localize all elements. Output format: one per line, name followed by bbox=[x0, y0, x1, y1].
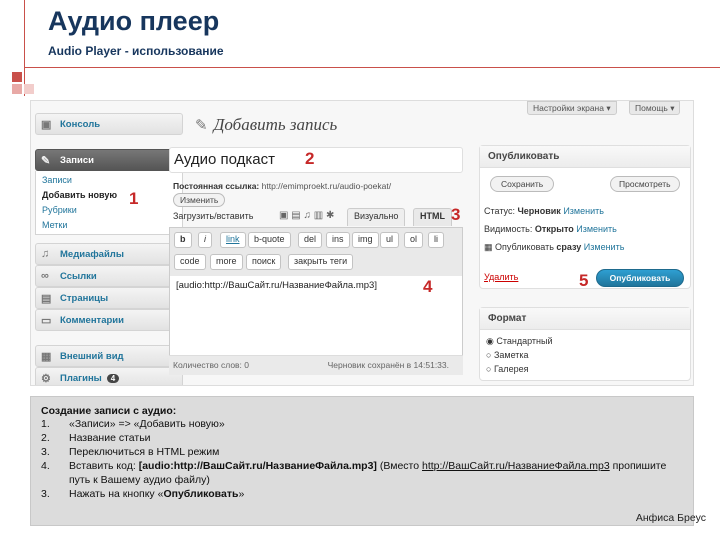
word-count: Количество слов: 0 bbox=[173, 360, 250, 370]
instruction-step: 1. «Записи» => «Добавить новую» bbox=[41, 418, 225, 430]
submenu-item-tags[interactable]: Метки bbox=[42, 220, 67, 230]
permalink: Постоянная ссылка: http://emimproekt.ru/… bbox=[173, 181, 392, 191]
instruction-step: 2. Название статьи bbox=[41, 432, 151, 444]
trash-link[interactable]: Удалить bbox=[484, 272, 518, 282]
publish-button[interactable]: Опубликовать bbox=[596, 269, 684, 287]
schedule-row: ▦ Опубликовать сразу Изменить bbox=[484, 242, 625, 252]
accent-square bbox=[12, 72, 22, 82]
accent-square bbox=[24, 84, 34, 94]
quicktag-del[interactable]: del bbox=[298, 232, 323, 248]
sidebar-item-links[interactable]: ∞ Ссылки bbox=[35, 265, 183, 287]
callout-number: 2 bbox=[305, 149, 315, 168]
save-draft-button[interactable]: Сохранить bbox=[490, 176, 555, 192]
slide-title: Аудио плеер bbox=[48, 6, 220, 36]
calendar-icon: ▦ bbox=[484, 242, 493, 252]
accent-horizontal-line bbox=[24, 67, 720, 68]
sidebar-item-plugins[interactable]: ⚙ Плагины 4 bbox=[35, 367, 183, 385]
quicktag-ins[interactable]: ins bbox=[326, 232, 350, 248]
instructions-panel: Создание записи с аудио: 1. «Записи» => «… bbox=[30, 396, 694, 526]
comment-icon: ▭ bbox=[41, 315, 52, 327]
pin-icon: ✎ bbox=[195, 118, 208, 134]
sidebar-item-pages[interactable]: ▤ Страницы bbox=[35, 287, 183, 309]
draft-saved-time: Черновик сохранён в 14:51:33. bbox=[327, 360, 449, 370]
media-insert-icon[interactable]: ▣ ▤ ♫ ▥ ✱ bbox=[279, 210, 334, 221]
quicktag-bquote[interactable]: b-quote bbox=[248, 232, 291, 248]
editor-area[interactable]: b i link b-quote del ins img ul ol li co… bbox=[169, 227, 463, 375]
pin-icon: ✎ bbox=[41, 155, 51, 167]
permalink-edit-button[interactable]: Изменить bbox=[173, 193, 226, 207]
submenu-item-categories[interactable]: Рубрики bbox=[42, 205, 77, 215]
sidebar-item-appearance[interactable]: ▦ Внешний вид bbox=[35, 345, 183, 367]
tab-visual[interactable]: Визуально bbox=[347, 208, 406, 226]
plugin-icon: ⚙ bbox=[41, 373, 51, 385]
callout-number: 1 bbox=[129, 189, 139, 208]
sidebar-item-comments[interactable]: ▭ Комментарии bbox=[35, 309, 183, 331]
sidebar-item-posts[interactable]: ✎Записи▾ bbox=[35, 149, 183, 171]
instruction-step: 3. Переключиться в HTML режим bbox=[41, 446, 220, 458]
admin-sidebar: ▣Консоль ✎Записи▾ Записи Добавить новую … bbox=[35, 107, 183, 385]
posts-submenu: Записи Добавить новую Рубрики Метки bbox=[35, 171, 183, 235]
page-title: ✎ Добавить запись bbox=[195, 115, 338, 134]
page-icon: ▤ bbox=[41, 293, 52, 305]
submenu-item-all-posts[interactable]: Записи bbox=[42, 175, 72, 185]
quicktag-search[interactable]: поиск bbox=[246, 254, 282, 270]
editor-toolbar: Загрузить/вставить ▣ ▤ ♫ ▥ ✱ Визуально H… bbox=[169, 207, 463, 226]
accent-vertical-line bbox=[24, 0, 25, 96]
quicktag-ul[interactable]: ul bbox=[380, 232, 400, 248]
quicktag-bold[interactable]: b bbox=[174, 232, 192, 248]
quicktag-code[interactable]: code bbox=[174, 254, 206, 270]
accent-square bbox=[12, 84, 22, 94]
instruction-step: 3. Нажать на кнопку «Опубликовать» bbox=[41, 488, 245, 500]
help-button[interactable]: Помощь ▾ bbox=[629, 101, 681, 115]
quicktags-bar: b i link b-quote del ins img ul ol li co… bbox=[170, 228, 462, 276]
format-box: Формат ◉ Стандартный ○ Заметка ○ Галерея bbox=[479, 307, 691, 381]
wordpress-screenshot: Настройки экрана ▾ Помощь ▾ ▣ Консоль ✎ За… bbox=[30, 100, 694, 386]
format-option-gallery[interactable]: ○ Галерея bbox=[486, 364, 528, 374]
quicktag-italic[interactable]: i bbox=[198, 232, 212, 248]
quicktag-link[interactable]: link bbox=[220, 232, 246, 248]
quicktag-close-tags[interactable]: закрыть теги bbox=[288, 254, 354, 270]
dashboard-icon: ▣ bbox=[41, 119, 52, 131]
preview-button[interactable]: Просмотреть bbox=[610, 176, 680, 192]
callout-number: 4 bbox=[423, 277, 433, 296]
schedule-edit-link[interactable]: Изменить bbox=[584, 242, 625, 252]
slide-subtitle: Audio Player - использование bbox=[48, 44, 224, 58]
callout-number: 5 bbox=[579, 271, 589, 290]
post-status-row: Статус: Черновик Изменить bbox=[484, 206, 604, 216]
upload-insert-label: Загрузить/вставить bbox=[173, 211, 254, 221]
quicktag-ol[interactable]: ol bbox=[404, 232, 424, 248]
visibility-edit-link[interactable]: Изменить bbox=[576, 224, 617, 234]
link-icon: ∞ bbox=[41, 270, 49, 282]
post-title-input[interactable]: Аудио подкаст bbox=[169, 147, 463, 173]
quicktag-more[interactable]: more bbox=[210, 254, 243, 270]
editor-content[interactable]: [audio:http://ВашСайт.ru/НазваниеФайла.m… bbox=[176, 280, 377, 291]
editor-status-bar: Количество слов: 0 Черновик сохранён в 1… bbox=[169, 355, 463, 375]
quicktag-img[interactable]: img bbox=[352, 232, 379, 248]
quicktag-li[interactable]: li bbox=[428, 232, 444, 248]
plugins-update-badge: 4 bbox=[106, 374, 120, 383]
status-edit-link[interactable]: Изменить bbox=[563, 206, 604, 216]
media-icon: ♫ bbox=[41, 248, 50, 260]
submenu-item-add-new[interactable]: Добавить новую bbox=[42, 190, 117, 200]
example-url-link[interactable]: http://ВашСайт.ru/НазваниеФайла.mp3 bbox=[422, 460, 610, 472]
format-box-heading: Формат bbox=[480, 308, 690, 330]
visibility-row: Видимость: Открыто Изменить bbox=[484, 224, 617, 234]
format-option-standard[interactable]: ◉ Стандартный bbox=[486, 336, 553, 347]
publish-box-heading: Опубликовать bbox=[480, 146, 690, 168]
format-option-aside[interactable]: ○ Заметка bbox=[486, 350, 529, 360]
sidebar-item-dashboard[interactable]: ▣ Консоль bbox=[35, 113, 183, 135]
appearance-icon: ▦ bbox=[41, 351, 52, 363]
tab-html[interactable]: HTML bbox=[413, 208, 452, 226]
sidebar-item-media[interactable]: ♫ Медиафайлы bbox=[35, 243, 183, 265]
publish-box: Опубликовать Сохранить Просмотреть Стату… bbox=[479, 145, 691, 289]
callout-number: 3 bbox=[451, 205, 461, 224]
instructions-heading: Создание записи с аудио: bbox=[41, 405, 177, 417]
screen-options-button[interactable]: Настройки экрана ▾ bbox=[527, 101, 617, 115]
instruction-step: 4. Вставить код: [audio:http://ВашСайт.ru… bbox=[41, 460, 667, 486]
author-name: Анфиса Бреус bbox=[635, 512, 706, 524]
slide: Аудио плеер Audio Player - использование… bbox=[0, 0, 720, 540]
